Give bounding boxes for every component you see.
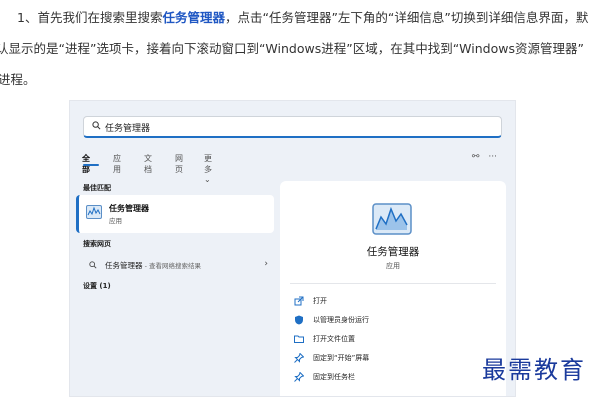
article-line-2: 认显示的是“进程”选项卡，接着向下滚动窗口到“Windows进程”区域，在其中找… bbox=[0, 41, 584, 56]
best-match-name: 任务管理器 bbox=[109, 204, 149, 213]
action-run-as-admin-label: 以管理员身份运行 bbox=[313, 316, 369, 324]
search-panel-screenshot: 任务管理器 全部 应用 文档 网页 更多 ⌄ ⚯ ··· 最佳匹配 任务管理器 应… bbox=[69, 100, 516, 397]
search-icon bbox=[92, 121, 101, 130]
web-search-sub: - 查看网络搜索结果 bbox=[142, 262, 201, 270]
pin-icon bbox=[294, 372, 304, 382]
detail-title: 任务管理器 bbox=[366, 246, 420, 258]
web-search-query: 任务管理器 bbox=[105, 261, 143, 270]
chevron-down-icon: ⌄ bbox=[204, 175, 211, 184]
tab-documents[interactable]: 文档 bbox=[144, 153, 152, 175]
search-input[interactable]: 任务管理器 bbox=[83, 116, 502, 138]
more-options-icon[interactable]: ··· bbox=[488, 152, 497, 162]
action-pin-to-taskbar-label: 固定到任务栏 bbox=[313, 373, 355, 381]
settings-heading[interactable]: 设置 (1) bbox=[83, 281, 111, 291]
search-icon bbox=[89, 261, 97, 269]
divider bbox=[290, 283, 496, 284]
article-text-part: ，点击“任务管理器”左下角的“详细信息”切换到详细信息界面，默 bbox=[224, 10, 589, 25]
shield-icon bbox=[295, 315, 303, 325]
tab-more-label: 更多 bbox=[204, 154, 212, 174]
best-match-type: 应用 bbox=[109, 217, 122, 225]
web-search-text: 任务管理器 - 查看网络搜索结果 bbox=[105, 260, 201, 271]
open-icon bbox=[294, 296, 304, 306]
detail-pane: 任务管理器 应用 打开 以管理员身份运行 打开文件位置 固定到“开始”屏幕 固定… bbox=[280, 181, 506, 396]
web-search-item[interactable]: 任务管理器 - 查看网络搜索结果 › bbox=[83, 259, 268, 273]
best-match-heading: 最佳匹配 bbox=[83, 184, 111, 192]
folder-icon bbox=[294, 335, 304, 343]
action-open-label: 打开 bbox=[313, 297, 327, 305]
tab-apps[interactable]: 应用 bbox=[113, 153, 121, 175]
web-search-heading: 搜索网页 bbox=[83, 240, 111, 248]
task-manager-icon bbox=[86, 205, 102, 219]
pin-icon bbox=[294, 353, 304, 363]
detail-subtitle: 应用 bbox=[386, 262, 400, 270]
top-right-icons: ⚯ ··· bbox=[463, 152, 497, 162]
article-line-1: 1、首先我们在搜索里搜索任务管理器，点击“任务管理器”左下角的“详细信息”切换到… bbox=[17, 10, 588, 26]
share-icon[interactable]: ⚯ bbox=[472, 152, 480, 162]
action-open-file-location-label: 打开文件位置 bbox=[313, 335, 355, 343]
chevron-right-icon: › bbox=[264, 259, 268, 269]
tab-web[interactable]: 网页 bbox=[175, 153, 183, 175]
action-pin-to-start-label: 固定到“开始”屏幕 bbox=[313, 354, 370, 362]
tab-more[interactable]: 更多 ⌄ bbox=[204, 153, 212, 184]
best-match-item[interactable]: 任务管理器 应用 bbox=[76, 195, 274, 233]
site-watermark: 最需教育 bbox=[482, 356, 586, 384]
active-tab-indicator bbox=[83, 164, 99, 166]
highlight-keyword: 任务管理器 bbox=[162, 10, 225, 25]
article-line-3: 进程。 bbox=[0, 72, 36, 87]
task-manager-large-icon bbox=[372, 203, 412, 235]
search-value: 任务管理器 bbox=[105, 124, 151, 134]
article-text-part: 1、首先我们在搜索里搜索 bbox=[17, 10, 163, 25]
